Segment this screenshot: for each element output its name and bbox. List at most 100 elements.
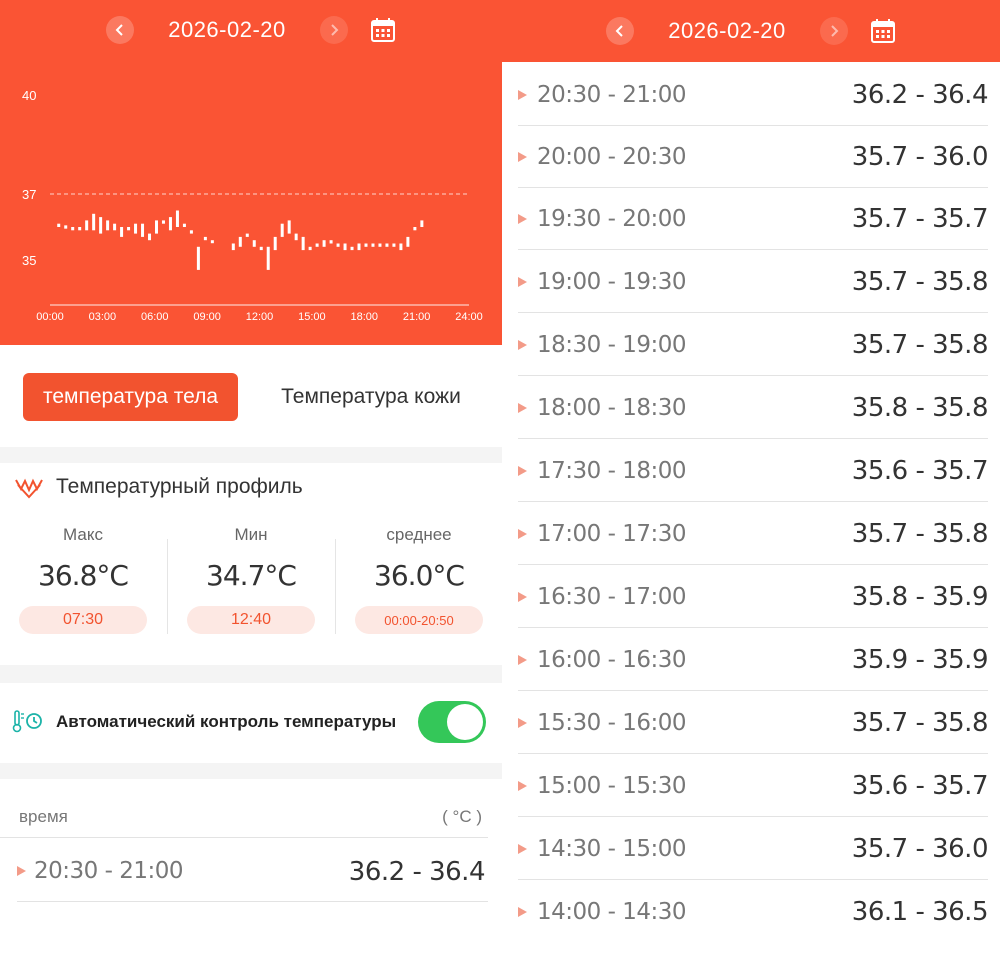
x-tick-label: 09:00 — [193, 311, 221, 323]
temperature-bar — [127, 227, 131, 231]
table-row[interactable]: 16:00 - 16:30 35.9 - 35.9 — [518, 627, 989, 691]
prev-day-button[interactable] — [606, 17, 635, 45]
row-value: 35.8 - 35.9 — [851, 582, 989, 612]
row-marker-icon — [518, 277, 527, 287]
table-row[interactable]: 19:00 - 19:30 35.7 - 35.8 — [518, 249, 989, 313]
temperature-bar — [78, 227, 82, 231]
row-time: 19:30 - 20:00 — [537, 206, 687, 232]
row-marker-icon — [518, 781, 527, 791]
row-time: 16:00 - 16:30 — [537, 647, 687, 673]
temperature-bar — [148, 233, 152, 241]
auto-control-card: Автоматический контроль температуры — [0, 683, 502, 763]
row-marker-icon — [518, 592, 527, 602]
interval-table: время ( °C ) 20:30 - 21:00 36.2 - 36.4 — [0, 779, 502, 965]
stat-min: Мин 34.7°C 12:40 — [176, 525, 326, 634]
x-tick-label: 24:00 — [455, 311, 483, 323]
right-screen: 2026-02-20 20:30 - 21:00 36.2 - 36.4 20:00… — [502, 0, 1000, 965]
stat-min-value: 34.7°C — [206, 559, 297, 592]
x-tick-label: 12:00 — [246, 311, 274, 323]
row-marker-icon — [518, 152, 527, 162]
date-label: 2026-02-20 — [168, 17, 286, 42]
temperature-bar — [106, 220, 110, 231]
table-row[interactable]: 14:00 - 14:30 36.1 - 36.5 — [518, 879, 989, 942]
table-row[interactable]: 15:30 - 16:00 35.7 - 35.8 — [518, 690, 989, 754]
profile-wave-icon — [15, 478, 43, 499]
table-row[interactable]: 18:30 - 19:00 35.7 - 35.8 — [518, 312, 989, 376]
row-time: 14:00 - 14:30 — [537, 899, 687, 925]
temperature-bar — [71, 227, 75, 231]
temperature-bar — [350, 246, 354, 251]
x-tick-label: 18:00 — [350, 311, 378, 323]
row-time: 18:30 - 19:00 — [537, 332, 687, 358]
x-tick-label: 15:00 — [298, 311, 326, 323]
row-value: 35.8 - 35.8 — [851, 393, 989, 423]
next-day-button[interactable] — [319, 16, 348, 44]
table-row[interactable]: 16:30 - 17:00 35.8 - 35.9 — [518, 564, 989, 628]
table-row[interactable]: 17:30 - 18:00 35.6 - 35.7 — [518, 438, 989, 502]
calendar-icon[interactable] — [370, 17, 396, 43]
stat-average-value: 36.0°C — [374, 559, 465, 592]
date-header: 2026-02-20 — [502, 0, 1000, 62]
temperature-bar — [182, 223, 186, 227]
table-row[interactable]: 20:00 - 20:30 35.7 - 36.0 — [518, 124, 989, 188]
chevron-right-icon — [331, 24, 339, 36]
auto-control-toggle[interactable] — [418, 701, 486, 743]
tab-body-temperature[interactable]: температура тела — [23, 373, 238, 421]
table-row[interactable]: 15:00 - 15:30 35.6 - 35.7 — [518, 753, 989, 817]
prev-day-button[interactable] — [106, 16, 135, 44]
temperature-bar — [99, 217, 103, 234]
row-time: 18:00 - 18:30 — [537, 395, 687, 421]
row-value: 35.7 - 35.8 — [851, 519, 989, 549]
temperature-bar — [308, 246, 312, 251]
temperature-bar — [329, 240, 333, 244]
row-value: 36.2 - 36.4 — [851, 80, 989, 110]
temperature-bar — [92, 213, 96, 231]
x-tick-label: 00:00 — [36, 311, 64, 323]
row-marker-icon — [518, 907, 527, 917]
temperature-bar — [294, 233, 298, 241]
table-row[interactable]: 17:00 - 17:30 35.7 - 35.8 — [518, 501, 989, 565]
stat-average: среднее 36.0°C 00:00-20:50 — [344, 525, 494, 634]
row-time: 15:30 - 16:00 — [537, 710, 687, 736]
row-marker-icon — [518, 529, 527, 539]
table-row[interactable]: 20:30 - 21:00 36.2 - 36.4 — [518, 62, 989, 126]
chevron-left-icon — [115, 24, 123, 36]
tab-skin-temperature[interactable]: Температура кожи — [262, 373, 480, 421]
date-label: 2026-02-20 — [668, 18, 786, 43]
temperature-bar — [57, 223, 61, 227]
row-value: 35.7 - 35.8 — [851, 330, 989, 360]
temperature-bar — [315, 243, 319, 247]
table-row[interactable]: 19:30 - 20:00 35.7 - 35.7 — [518, 186, 989, 250]
table-row[interactable]: 18:00 - 18:30 35.8 - 35.8 — [518, 375, 989, 439]
stat-max-time: 07:30 — [19, 606, 147, 634]
table-row[interactable]: 20:30 - 21:00 36.2 - 36.4 — [17, 838, 488, 902]
temperature-bar — [175, 210, 179, 227]
calendar-icon[interactable] — [870, 18, 896, 44]
row-value: 35.6 - 35.7 — [851, 456, 989, 486]
row-time: 17:30 - 18:00 — [537, 458, 687, 484]
temperature-bar — [406, 236, 410, 247]
temperature-bar — [287, 220, 291, 234]
temperature-bar — [273, 236, 277, 251]
temperature-type-tabs: температура тела Температура кожи — [0, 345, 502, 447]
row-value: 35.7 - 36.0 — [851, 834, 989, 864]
temperature-bar — [120, 227, 124, 237]
temperature-bar — [210, 240, 214, 244]
next-day-button[interactable] — [819, 17, 848, 45]
row-marker-icon — [518, 844, 527, 854]
stat-max: Макс 36.8°C 07:30 — [8, 525, 158, 634]
y-tick-label: 37 — [22, 187, 36, 202]
temperature-bar — [322, 240, 326, 247]
row-marker-icon — [518, 340, 527, 350]
temperature-bar — [203, 236, 207, 241]
row-value: 35.6 - 35.7 — [851, 771, 989, 801]
column-unit-header: ( °C ) — [442, 807, 482, 826]
stat-min-time: 12:40 — [187, 606, 315, 634]
y-tick-label: 35 — [22, 253, 36, 268]
chevron-left-icon — [615, 25, 623, 37]
table-row[interactable]: 14:30 - 15:00 35.7 - 36.0 — [518, 816, 989, 880]
temperature-bar — [413, 227, 417, 231]
profile-title: Температурный профиль — [56, 475, 303, 498]
stat-divider — [335, 539, 336, 634]
temperature-bar — [252, 240, 256, 247]
